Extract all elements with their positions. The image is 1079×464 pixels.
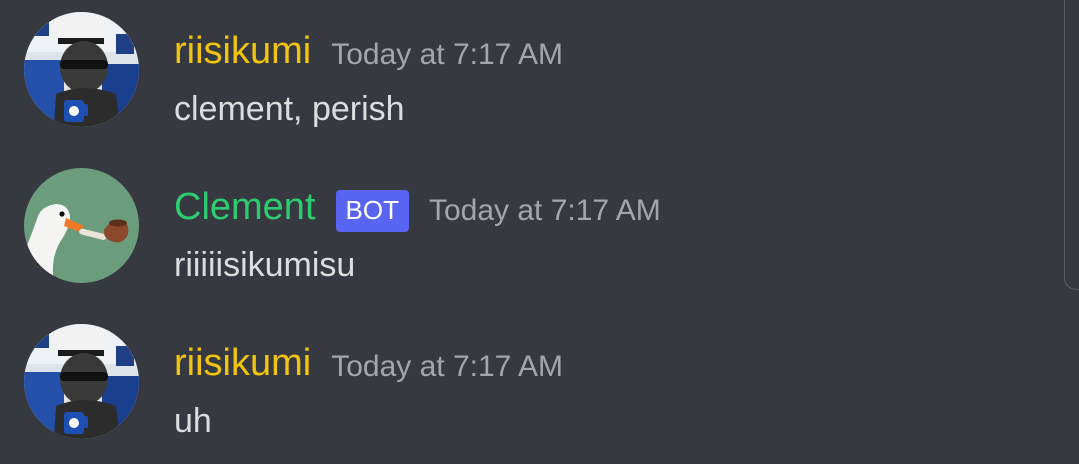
message-item: riisikumi Today at 7:17 AM clement, peri… — [0, 12, 1060, 152]
timestamp: Today at 7:17 AM — [331, 38, 564, 71]
timestamp: Today at 7:17 AM — [428, 194, 661, 227]
timestamp: Today at 7:17 AM — [331, 350, 564, 383]
message-content: uh — [174, 402, 212, 440]
user-avatar-icon — [24, 324, 139, 439]
username[interactable]: riisikumi — [174, 340, 311, 386]
message-header: Clement BOT Today at 7:17 AM — [174, 182, 661, 232]
message-header: riisikumi Today at 7:17 AM — [174, 26, 563, 76]
username[interactable]: riisikumi — [174, 28, 311, 74]
message-item: Clement BOT Today at 7:17 AM riiiiisikum… — [0, 168, 1060, 308]
message-list: riisikumi Today at 7:17 AM clement, peri… — [0, 0, 1079, 445]
message-header: riisikumi Today at 7:17 AM — [174, 338, 563, 388]
bot-badge: BOT — [335, 190, 409, 232]
user-avatar-icon — [24, 12, 139, 127]
bot-avatar[interactable] — [24, 168, 139, 283]
message-item: riisikumi Today at 7:17 AM uh — [0, 324, 1060, 464]
user-avatar[interactable] — [24, 12, 139, 127]
goose-with-pipe-avatar-icon — [24, 168, 139, 283]
user-avatar[interactable] — [24, 324, 139, 439]
scrollbar-track[interactable] — [1064, 0, 1079, 290]
username[interactable]: Clement — [174, 184, 316, 230]
message-content: clement, perish — [174, 90, 405, 128]
message-content: riiiiisikumisu — [174, 246, 356, 284]
